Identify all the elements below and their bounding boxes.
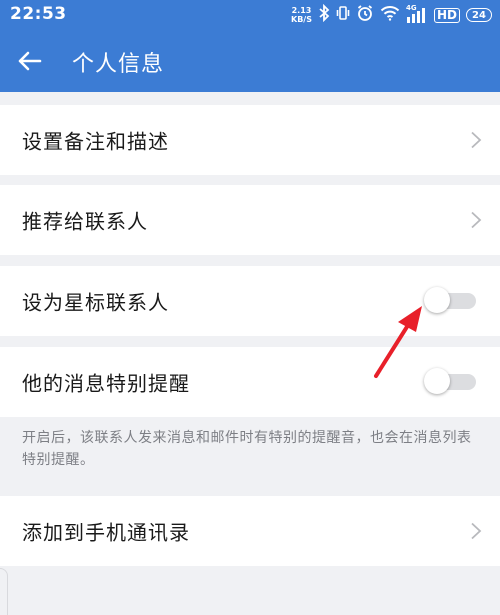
wifi-icon: [380, 5, 400, 25]
status-time: 22:53: [10, 4, 67, 24]
back-button[interactable]: [14, 45, 46, 77]
network-speed-unit: KB/S: [291, 15, 312, 24]
add-to-contacts-label: 添加到手机通讯录: [22, 520, 190, 545]
signal-icon: 4G: [406, 4, 428, 24]
remark-description-label: 设置备注和描述: [22, 129, 169, 154]
chevron-right-icon: [470, 211, 482, 229]
alarm-icon: [356, 4, 374, 26]
bottom-edge: [0, 568, 8, 615]
status-icons: 2.13 KB/S 4G HD 24: [291, 3, 492, 26]
remark-description-item[interactable]: 设置备注和描述: [0, 105, 500, 175]
add-to-contacts-item[interactable]: 添加到手机通讯录: [0, 496, 500, 566]
star-contact-toggle[interactable]: [424, 287, 478, 315]
page-title: 个人信息: [72, 52, 165, 77]
star-contact-label: 设为星标联系人: [22, 290, 169, 315]
app-bar: 个人信息: [0, 30, 500, 92]
status-bar: 22:53 2.13 KB/S 4G HD 24: [0, 0, 500, 30]
special-reminder-label: 他的消息特别提醒: [22, 371, 190, 396]
network-speed-value: 2.13: [291, 6, 312, 15]
red-arrow-annotation: [374, 306, 422, 378]
vibrate-icon: [336, 4, 350, 26]
arrow-left-icon: [18, 51, 42, 71]
special-reminder-toggle[interactable]: [424, 368, 478, 396]
recommend-contact-label: 推荐给联系人: [22, 209, 148, 234]
hd-label: HD: [433, 7, 460, 23]
bluetooth-icon: [318, 3, 330, 26]
recommend-contact-item[interactable]: 推荐给联系人: [0, 185, 500, 255]
battery-icon: 24: [466, 8, 492, 22]
special-reminder-note: 开启后，该联系人发来消息和邮件时有特别的提醒音，也会在消息列表特别提醒。: [22, 430, 472, 468]
chevron-right-icon: [470, 522, 482, 540]
battery-level: 24: [472, 9, 486, 21]
chevron-right-icon: [470, 131, 482, 149]
network-speed: 2.13 KB/S: [291, 6, 312, 24]
